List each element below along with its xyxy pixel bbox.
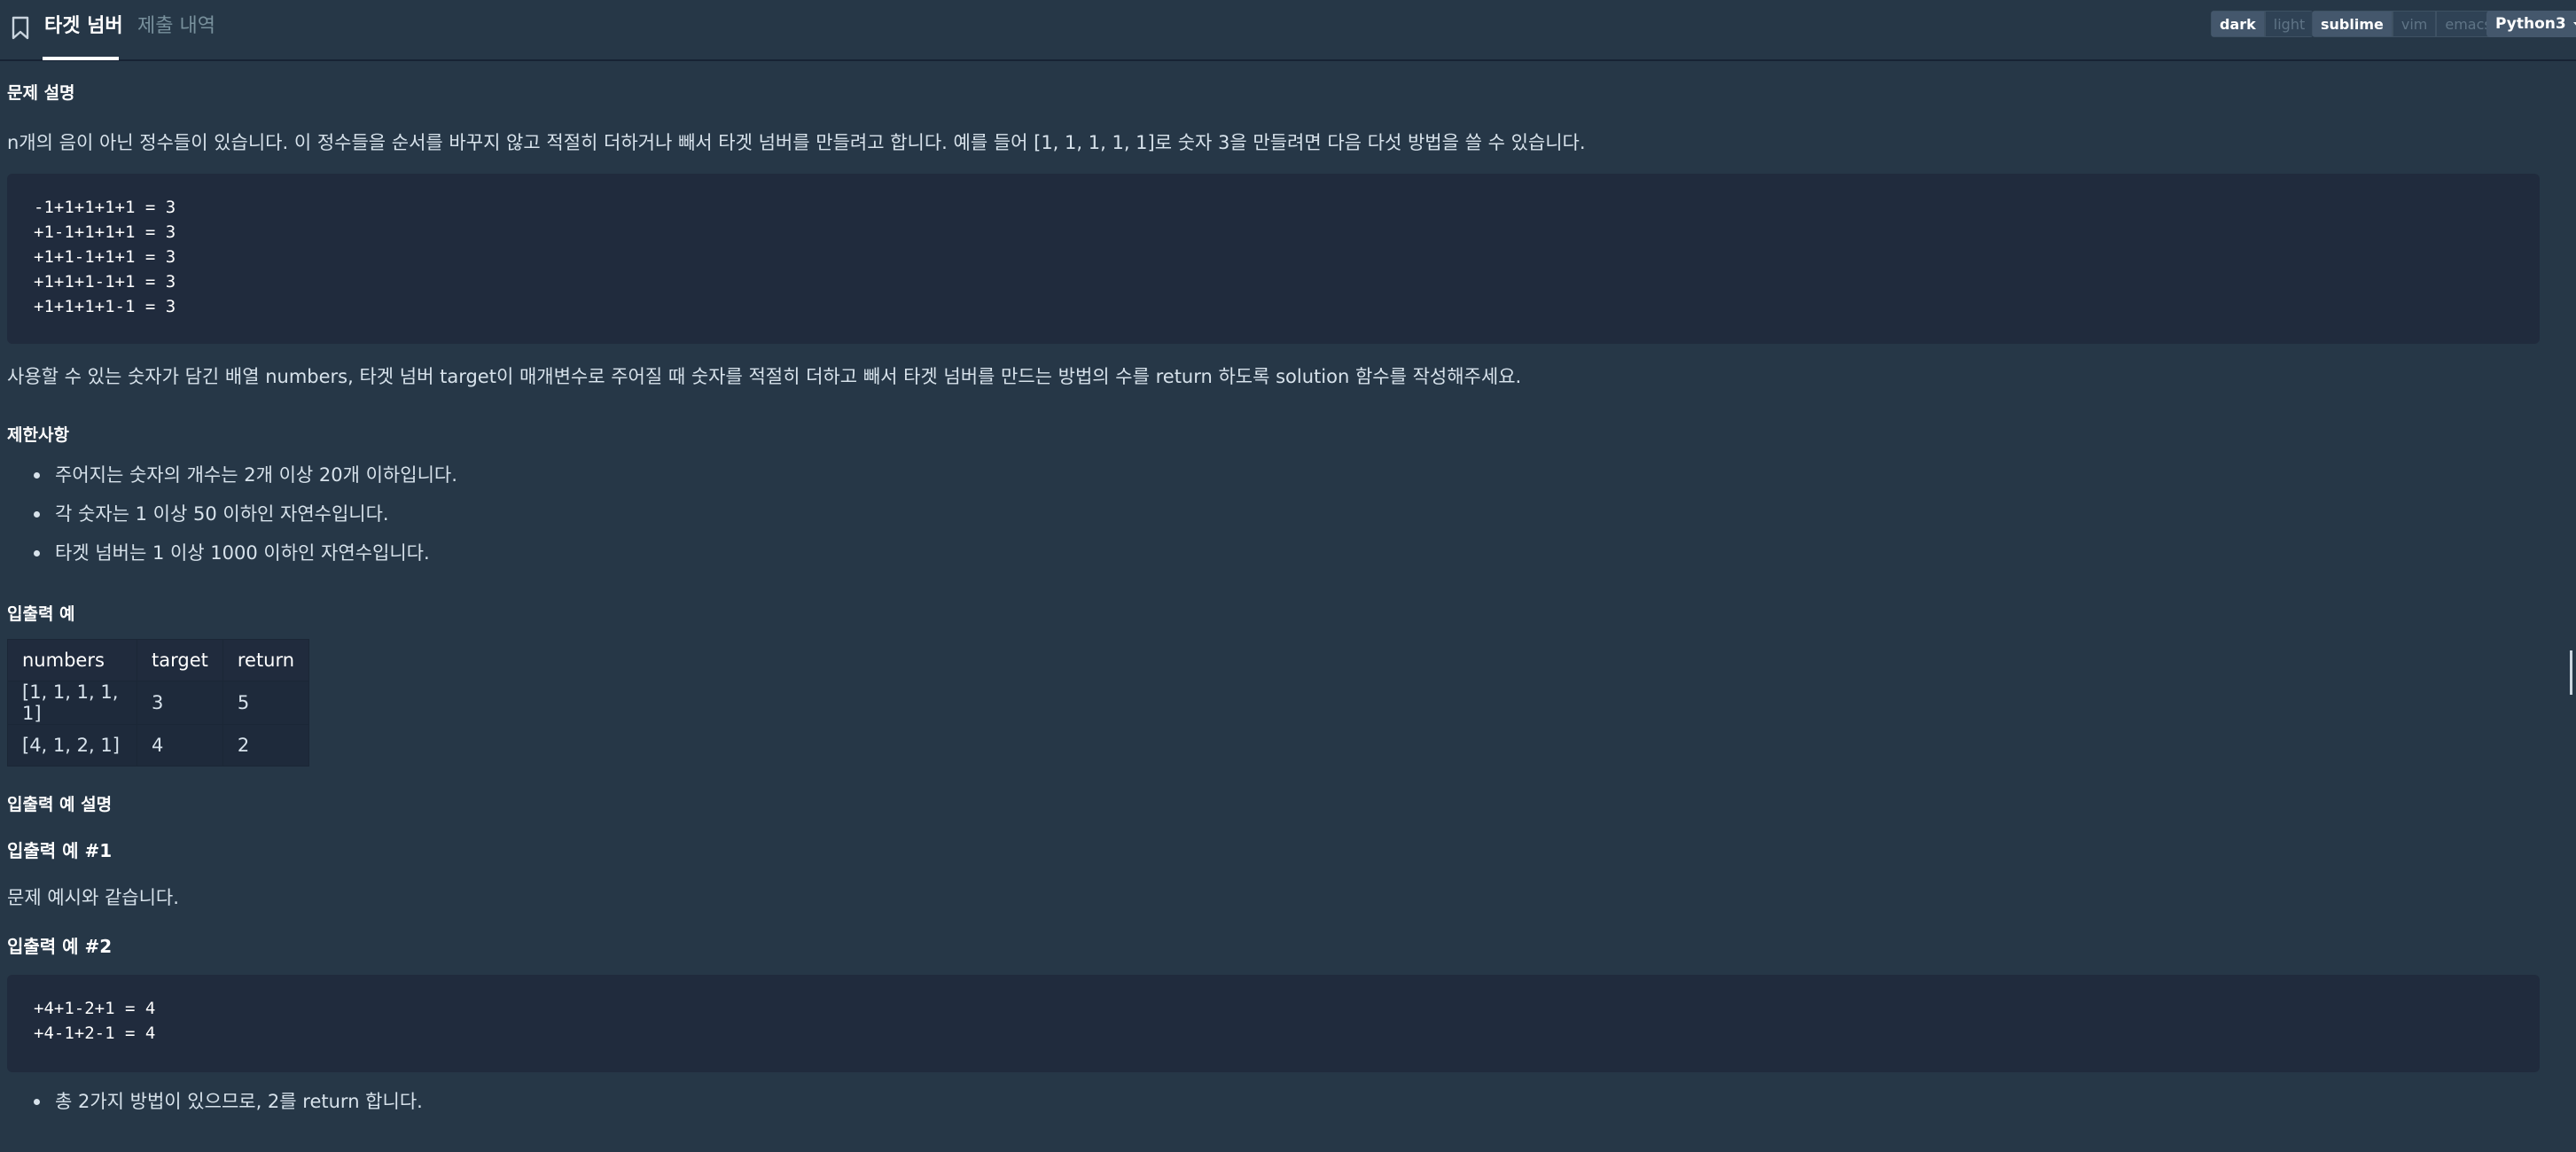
io-example-1-heading: 입출력 예 #1 <box>7 840 113 861</box>
description-text: n개의 음이 아닌 정수들이 있습니다. 이 정수들을 순서를 바꾸지 않고 적… <box>7 132 1586 153</box>
list-item-text: 주어지는 숫자의 개수는 2개 이상 20개 이하입니다. <box>55 464 457 486</box>
example-code-block: -1+1+1+1+1 = 3 +1-1+1+1+1 = 3 +1+1-1+1+1… <box>7 174 2540 344</box>
top-bar: 타겟 넘버 제출 내역 dark light sublime vim emacs… <box>0 0 2576 61</box>
keymap-vim-button[interactable]: vim <box>2392 11 2437 37</box>
code-line: +4+1-2+1 = 4 <box>34 999 156 1018</box>
code-line: +1+1-1+1+1 = 3 <box>34 247 176 267</box>
list-item: 주어지는 숫자의 개수는 2개 이상 20개 이하입니다. <box>34 455 457 494</box>
bullet <box>34 472 40 479</box>
list-item-text: 총 2가지 방법이 있으므로, 2를 return 합니다. <box>55 1091 423 1112</box>
keymap-toggle: sublime vim emacs <box>2312 11 2501 37</box>
list-item: 총 2가지 방법이 있으므로, 2를 return 합니다. <box>34 1082 423 1121</box>
bullet <box>34 550 40 557</box>
list-item: 타겟 넘버는 1 이상 1000 이하인 자연수입니다. <box>34 533 457 572</box>
list-item-text: 타겟 넘버는 1 이상 1000 이하인 자연수입니다. <box>55 542 430 564</box>
description-heading: 문제 설명 <box>7 83 75 103</box>
tab-submission-history[interactable]: 제출 내역 <box>137 14 215 39</box>
list-item-text: 각 숫자는 1 이상 50 이하인 자연수입니다. <box>55 503 389 525</box>
table-header-row: numbers target return <box>7 639 310 681</box>
table-row: [1, 1, 1, 1, 1] 3 5 <box>7 681 310 725</box>
table-cell: [4, 1, 2, 1] <box>7 724 137 767</box>
table-cell: 2 <box>222 724 310 767</box>
bullet <box>34 1099 40 1105</box>
io-example-1-text: 문제 예시와 같습니다. <box>7 887 179 908</box>
theme-toggle: dark light <box>2211 11 2314 37</box>
list-item: 각 숫자는 1 이상 50 이하인 자연수입니다. <box>34 494 457 533</box>
bullet <box>34 511 40 518</box>
io-heading: 입출력 예 <box>7 604 75 624</box>
io-explain-heading: 입출력 예 설명 <box>7 795 113 814</box>
language-select[interactable]: Python3 <box>2486 11 2576 37</box>
code-line: +1+1+1-1+1 = 3 <box>34 272 176 292</box>
task-text: 사용할 수 있는 숫자가 담긴 배열 numbers, 타겟 넘버 target… <box>7 366 1522 387</box>
table-cell: [1, 1, 1, 1, 1] <box>7 681 137 725</box>
tab-target-number[interactable]: 타겟 넘버 <box>44 14 123 39</box>
table-row: [4, 1, 2, 1] 4 2 <box>7 724 310 767</box>
language-select-label: Python3 <box>2495 15 2566 33</box>
io-example-2-heading: 입출력 예 #2 <box>7 936 113 957</box>
table-cell: 5 <box>222 681 310 725</box>
table-cell: 3 <box>137 681 223 725</box>
io-example-table: numbers target return [1, 1, 1, 1, 1] 3 … <box>7 639 310 767</box>
theme-light-button[interactable]: light <box>2264 11 2314 37</box>
column-header: target <box>137 639 223 681</box>
constraints-heading: 제한사항 <box>7 425 69 445</box>
bookmark-icon[interactable] <box>11 16 30 41</box>
code-line: +1-1+1+1+1 = 3 <box>34 222 176 242</box>
io-example-2-code-block: +4+1-2+1 = 4 +4-1+2-1 = 4 <box>7 975 2540 1072</box>
keymap-sublime-button[interactable]: sublime <box>2312 11 2393 37</box>
code-line: +1+1+1+1-1 = 3 <box>34 297 176 316</box>
constraints-list: 주어지는 숫자의 개수는 2개 이상 20개 이하입니다. 각 숫자는 1 이상… <box>34 455 457 572</box>
active-tab-indicator <box>43 57 119 60</box>
column-header: return <box>222 639 310 681</box>
table-cell: 4 <box>137 724 223 767</box>
panel-resize-handle[interactable] <box>2570 650 2572 695</box>
code-line: +4-1+2-1 = 4 <box>34 1024 156 1043</box>
code-line: -1+1+1+1+1 = 3 <box>34 198 176 217</box>
theme-dark-button[interactable]: dark <box>2211 11 2265 37</box>
column-header: numbers <box>7 639 137 681</box>
io-example-2-notes: 총 2가지 방법이 있으므로, 2를 return 합니다. <box>34 1082 423 1121</box>
